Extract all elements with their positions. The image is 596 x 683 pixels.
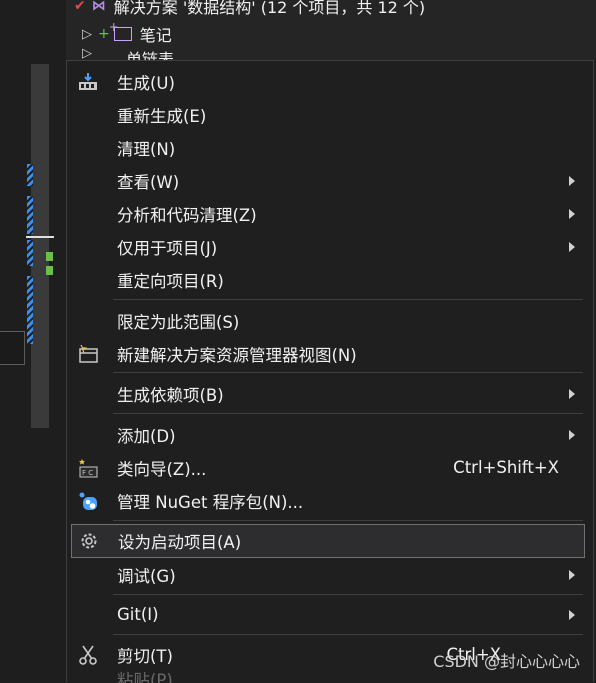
menu-item-view[interactable]: 查看(W) xyxy=(71,164,585,197)
menu-item-debug[interactable]: 调试(G) xyxy=(71,558,585,591)
expand-caret-icon: ▷ xyxy=(82,46,92,60)
check-icon: ✔ xyxy=(74,0,86,14)
menu-separator xyxy=(113,594,583,595)
menu-separator xyxy=(113,520,583,521)
filter-folder-icon xyxy=(109,20,132,41)
expand-caret-icon: ▷ xyxy=(82,26,92,42)
context-menu: 生成(U) 重新生成(E) 清理(N) 查看(W) 分析和代码清理(Z) 仅用于… xyxy=(66,60,594,683)
svg-text:F C: F C xyxy=(82,469,93,477)
added-marker xyxy=(46,266,53,275)
change-marker xyxy=(27,164,33,186)
menu-separator xyxy=(113,299,583,300)
menu-separator xyxy=(113,413,583,414)
menu-item-class-wizard[interactable]: F C 类向导(Z)... Ctrl+Shift+X xyxy=(71,451,585,484)
menu-item-add[interactable]: 添加(D) xyxy=(71,418,585,451)
menu-separator xyxy=(113,634,583,635)
caret-marker xyxy=(26,236,54,238)
menu-item-nuget[interactable]: 管理 NuGet 程序包(N)... xyxy=(71,484,585,517)
menu-item-rebuild[interactable]: 重新生成(E) xyxy=(71,98,585,131)
watermark: CSDN @封心心心心 xyxy=(433,652,580,671)
change-marker xyxy=(27,196,33,234)
editor-gutter xyxy=(0,0,66,682)
tree-item-next[interactable]: ▷ 单链表 xyxy=(82,46,174,60)
change-marker xyxy=(27,276,33,344)
menu-item-project-only[interactable]: 仅用于项目(J) xyxy=(71,230,585,263)
tree-item-notes[interactable]: ▷ + 笔记 xyxy=(82,20,172,46)
menu-item-scope[interactable]: 限定为此范围(S) xyxy=(71,304,585,337)
editor-scrollbar[interactable] xyxy=(31,64,49,428)
class-wizard-icon: F C xyxy=(77,457,99,479)
menu-item-analyze[interactable]: 分析和代码清理(Z) xyxy=(71,197,585,230)
added-marker xyxy=(46,252,53,261)
menu-separator xyxy=(113,372,583,373)
build-icon xyxy=(77,71,99,93)
solution-label: 解决方案 '数据结构' (12 个项目，共 12 个) xyxy=(113,0,426,17)
menu-item-new-view[interactable]: 新建解决方案资源管理器视图(N) xyxy=(71,337,585,370)
nuget-icon xyxy=(77,490,99,512)
change-marker xyxy=(27,240,33,266)
notes-label: 笔记 xyxy=(139,26,172,45)
tree-item-solution[interactable]: ✔ ⋈ 解决方案 '数据结构' (12 个项目，共 12 个) xyxy=(74,0,425,18)
submenu-arrow-icon xyxy=(569,388,575,399)
visual-studio-icon: ⋈ xyxy=(91,0,106,14)
submenu-arrow-icon xyxy=(569,429,575,440)
solution-explorer-tree: ✔ ⋈ 解决方案 '数据结构' (12 个项目，共 12 个) ▷ + 笔记 ▷… xyxy=(66,0,596,60)
menu-item-git[interactable]: Git(I) xyxy=(71,598,585,631)
submenu-arrow-icon xyxy=(569,569,575,580)
submenu-arrow-icon xyxy=(569,208,575,219)
scissors-icon xyxy=(77,644,99,666)
menu-item-retarget[interactable]: 重定向项目(R) xyxy=(71,263,585,296)
submenu-arrow-icon xyxy=(569,175,575,186)
submenu-arrow-icon xyxy=(569,241,575,252)
gear-icon xyxy=(78,530,100,552)
menu-item-startup[interactable]: 设为启动项目(A) xyxy=(71,524,585,558)
new-window-icon xyxy=(77,343,99,365)
menu-item-clean[interactable]: 清理(N) xyxy=(71,131,585,164)
editor-box xyxy=(0,331,25,365)
next-label: 单链表 xyxy=(126,50,175,60)
submenu-arrow-icon xyxy=(569,609,575,620)
menu-item-build[interactable]: 生成(U) xyxy=(71,65,585,98)
menu-item-dependencies[interactable]: 生成依赖项(B) xyxy=(71,377,585,410)
